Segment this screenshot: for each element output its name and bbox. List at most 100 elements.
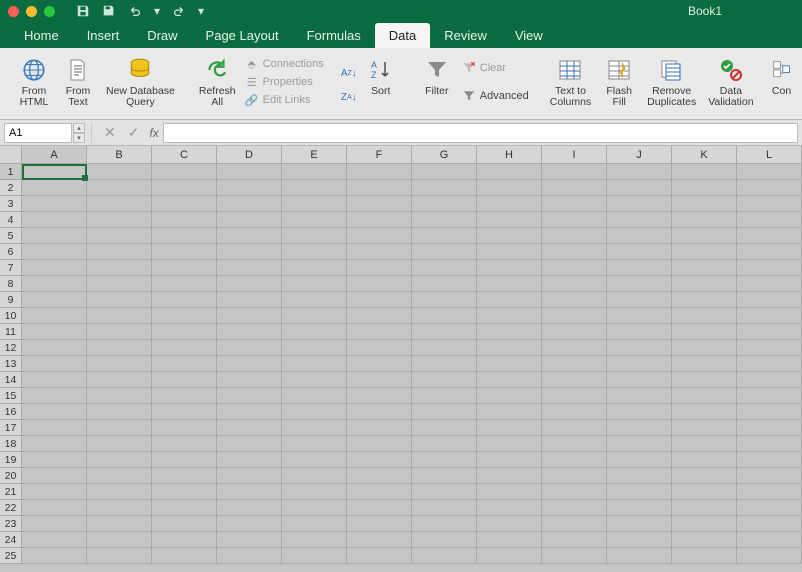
row-header[interactable]: 19 (0, 452, 22, 468)
cell[interactable] (347, 548, 412, 564)
cell[interactable] (737, 468, 802, 484)
row-header[interactable]: 22 (0, 500, 22, 516)
cell[interactable] (87, 244, 152, 260)
cell[interactable] (542, 244, 607, 260)
cell[interactable] (412, 548, 477, 564)
cell[interactable] (152, 292, 217, 308)
cell[interactable] (607, 452, 672, 468)
cell[interactable] (672, 388, 737, 404)
cell[interactable] (347, 372, 412, 388)
cell[interactable] (282, 164, 347, 180)
cell[interactable] (217, 420, 282, 436)
cell[interactable] (217, 276, 282, 292)
cell[interactable] (737, 404, 802, 420)
row-header[interactable]: 2 (0, 180, 22, 196)
redo-dropdown-icon[interactable]: ▾ (197, 3, 205, 19)
cell[interactable] (412, 500, 477, 516)
cell[interactable] (672, 340, 737, 356)
cell[interactable] (152, 372, 217, 388)
row-header[interactable]: 16 (0, 404, 22, 420)
cell[interactable] (217, 500, 282, 516)
column-header[interactable]: B (87, 146, 152, 164)
cell[interactable] (672, 516, 737, 532)
cell[interactable] (412, 420, 477, 436)
cell[interactable] (607, 260, 672, 276)
cell[interactable] (22, 404, 87, 420)
cell[interactable] (347, 420, 412, 436)
cell[interactable] (412, 228, 477, 244)
cell[interactable] (217, 548, 282, 564)
cell[interactable] (607, 180, 672, 196)
cell[interactable] (217, 484, 282, 500)
cell[interactable] (737, 452, 802, 468)
cell[interactable] (152, 180, 217, 196)
cell[interactable] (152, 436, 217, 452)
cell[interactable] (217, 532, 282, 548)
cell[interactable] (607, 196, 672, 212)
row-header[interactable]: 5 (0, 228, 22, 244)
cell[interactable] (22, 164, 87, 180)
formula-input[interactable] (163, 123, 798, 143)
cell[interactable] (477, 196, 542, 212)
cell[interactable] (282, 324, 347, 340)
chevron-up-icon[interactable]: ▴ (73, 123, 85, 133)
cell[interactable] (22, 484, 87, 500)
tab-formulas[interactable]: Formulas (293, 23, 375, 48)
cell[interactable] (347, 500, 412, 516)
cell[interactable] (282, 500, 347, 516)
cell[interactable] (477, 308, 542, 324)
cell[interactable] (217, 212, 282, 228)
cell[interactable] (542, 180, 607, 196)
advanced-filter-button[interactable]: Advanced (459, 88, 532, 104)
cell[interactable] (477, 276, 542, 292)
cell[interactable] (22, 196, 87, 212)
chevron-down-icon[interactable]: ▾ (73, 133, 85, 143)
cell[interactable] (22, 228, 87, 244)
cell[interactable] (672, 372, 737, 388)
cell[interactable] (152, 468, 217, 484)
cell[interactable] (87, 308, 152, 324)
cell[interactable] (607, 356, 672, 372)
cell[interactable] (607, 388, 672, 404)
cell[interactable] (477, 468, 542, 484)
cell[interactable] (152, 244, 217, 260)
row-header[interactable]: 7 (0, 260, 22, 276)
cell[interactable] (607, 532, 672, 548)
cell[interactable] (542, 388, 607, 404)
cell[interactable] (282, 340, 347, 356)
cell[interactable] (217, 340, 282, 356)
column-header[interactable]: K (672, 146, 737, 164)
cell[interactable] (87, 484, 152, 500)
cell[interactable] (22, 212, 87, 228)
cell[interactable] (347, 452, 412, 468)
save-as-icon[interactable] (101, 3, 117, 19)
cell[interactable] (542, 324, 607, 340)
cell[interactable] (607, 324, 672, 340)
cell[interactable] (412, 484, 477, 500)
cell[interactable] (477, 260, 542, 276)
cell[interactable] (412, 308, 477, 324)
cell[interactable] (87, 404, 152, 420)
cell[interactable] (282, 548, 347, 564)
cell[interactable] (282, 196, 347, 212)
cell[interactable] (282, 420, 347, 436)
sort-desc-button[interactable]: ZA↓ (339, 90, 359, 106)
cell[interactable] (282, 388, 347, 404)
row-header[interactable]: 17 (0, 420, 22, 436)
cell[interactable] (282, 372, 347, 388)
cell[interactable] (737, 196, 802, 212)
cell[interactable] (217, 468, 282, 484)
cell[interactable] (737, 260, 802, 276)
row-header[interactable]: 10 (0, 308, 22, 324)
row-header[interactable]: 9 (0, 292, 22, 308)
cell[interactable] (412, 356, 477, 372)
cell[interactable] (477, 484, 542, 500)
clear-filter-button[interactable]: Clear (459, 60, 532, 76)
cell[interactable] (217, 196, 282, 212)
cell[interactable] (347, 324, 412, 340)
cell[interactable] (22, 244, 87, 260)
cell[interactable] (22, 516, 87, 532)
cell[interactable] (87, 372, 152, 388)
cell[interactable] (217, 228, 282, 244)
column-header[interactable]: J (607, 146, 672, 164)
